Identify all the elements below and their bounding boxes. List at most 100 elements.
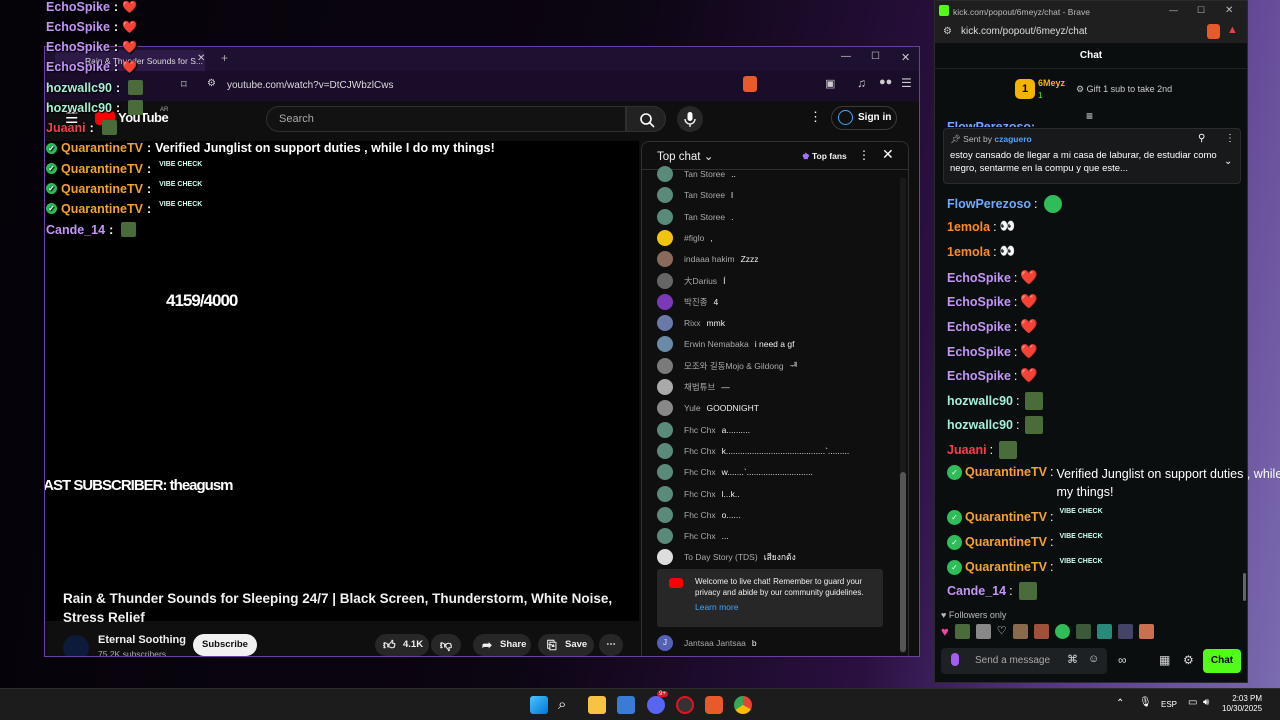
kick-username[interactable]: EchoSpike — [947, 295, 1011, 309]
emote-heart-icon[interactable]: ♥ — [941, 624, 949, 639]
close-window-icon[interactable]: ✕ — [901, 51, 910, 64]
search-input[interactable]: Search — [266, 106, 626, 132]
kick-username[interactable]: QuarantineTV — [965, 465, 1047, 479]
save-button[interactable]: ⎘ Save — [538, 634, 594, 656]
obs-icon[interactable] — [676, 696, 694, 714]
voice-search-button[interactable] — [677, 106, 703, 132]
kick-username[interactable]: EchoSpike — [947, 271, 1011, 285]
file-explorer-icon[interactable] — [588, 696, 606, 714]
sign-in-button[interactable]: Sign in — [831, 106, 897, 130]
brave-icon[interactable] — [705, 696, 723, 714]
kick-username[interactable]: EchoSpike — [947, 320, 1011, 334]
system-clock[interactable]: 2:03 PM 10/30/2025 — [1222, 694, 1262, 714]
close-tab-icon[interactable]: ✕ — [197, 53, 205, 64]
chat-scrollbar[interactable] — [900, 178, 906, 653]
emoji-icon[interactable]: ☺ — [1088, 653, 1099, 665]
leaderboard-name[interactable]: 6Meyz — [1038, 78, 1065, 88]
kick-username[interactable]: QuarantineTV — [965, 510, 1047, 524]
emote-icon[interactable] — [1138, 624, 1154, 639]
chat-scrollbar[interactable] — [1243, 573, 1246, 601]
brave-shield-icon[interactable] — [1207, 24, 1220, 39]
close-chat-icon[interactable]: ✕ — [882, 146, 894, 163]
kick-username[interactable]: 1emola — [947, 220, 990, 234]
discord-icon[interactable] — [647, 696, 665, 714]
minimize-icon[interactable]: — — [841, 51, 851, 62]
chat-more-icon[interactable]: ⋮ — [858, 148, 870, 162]
new-tab-icon[interactable]: + — [221, 51, 228, 65]
send-chat-button[interactable]: Chat — [1203, 649, 1241, 673]
emote-icon[interactable] — [1096, 624, 1112, 639]
kick-username[interactable]: 1emola — [947, 245, 990, 259]
kick-username[interactable]: Juaani — [947, 443, 987, 457]
site-info-icon[interactable]: ⚙ — [207, 78, 216, 89]
emote-icon[interactable] — [1117, 624, 1133, 639]
emote-icon[interactable] — [1012, 624, 1028, 639]
kick-message: 👀 — [999, 219, 1016, 233]
close-window-icon[interactable]: ✕ — [1225, 5, 1233, 16]
rewards-icon[interactable]: ▲ — [1227, 24, 1238, 36]
reader-icon[interactable]: ▣ — [825, 77, 835, 90]
extension-icon[interactable]: ●● — [879, 76, 892, 88]
kick-username[interactable]: EchoSpike — [947, 369, 1011, 383]
more-actions-button[interactable]: ⋯ — [599, 634, 623, 656]
pinned-author[interactable]: czaguero — [994, 134, 1031, 144]
site-info-icon[interactable]: ⚙ — [943, 26, 952, 37]
store-icon[interactable] — [617, 696, 635, 714]
unpin-icon[interactable]: ⚲ — [1198, 133, 1205, 144]
kicks-icon[interactable]: ∞ — [1118, 653, 1127, 667]
kick-username[interactable]: QuarantineTV — [965, 535, 1047, 549]
microphone-icon[interactable] — [951, 653, 959, 666]
expand-chevron-icon[interactable]: ⌄ — [1224, 156, 1232, 167]
command-icon[interactable]: ⌘ — [1067, 653, 1078, 666]
maximize-icon[interactable]: ☐ — [871, 51, 880, 62]
bookmark-icon[interactable]: ⌑ — [181, 78, 187, 91]
top-fans-button[interactable]: ♚ Top fans — [802, 151, 847, 162]
pinned-message[interactable]: 📌︎ Sent by czaguero estoy cansado de lle… — [943, 128, 1241, 184]
channel-avatar[interactable] — [63, 635, 89, 656]
music-icon[interactable]: ♫ — [857, 76, 866, 90]
kick-username[interactable]: EchoSpike — [947, 345, 1011, 359]
store-icon[interactable]: ▦ — [1159, 653, 1170, 667]
subscribe-button[interactable]: Subscribe — [193, 634, 257, 656]
dislike-button[interactable]: 👎︎ — [431, 634, 461, 656]
scrollbar-thumb[interactable] — [900, 472, 906, 652]
emote-icon[interactable] — [1054, 624, 1070, 639]
message-input[interactable]: Send a message ⌘ ☺ — [941, 648, 1107, 674]
kick-username[interactable]: hozwallc90 — [947, 394, 1013, 408]
brave-shield-icon[interactable] — [743, 76, 757, 92]
kick-username[interactable]: FlowPerezoso — [947, 197, 1031, 211]
minimize-icon[interactable]: — — [1169, 5, 1178, 15]
filter-icon[interactable]: ≡ — [1086, 109, 1093, 123]
network-icon[interactable]: ▭ — [1188, 697, 1197, 708]
more-options-icon[interactable]: ⋮ — [809, 109, 822, 125]
settings-gear-icon[interactable]: ⚙ — [1183, 653, 1194, 667]
volume-icon[interactable]: 🔊︎ — [1203, 697, 1209, 708]
like-button[interactable]: 👍︎ 4.1K — [375, 634, 429, 656]
menu-icon[interactable]: ☰ — [901, 76, 912, 90]
tray-mic-icon[interactable]: 🎙︎ — [1139, 697, 1152, 708]
url-text[interactable]: youtube.com/watch?v=DtCJWbzlCws — [227, 80, 393, 91]
kick-username[interactable]: QuarantineTV — [965, 560, 1047, 574]
share-button[interactable]: ➦ Share — [473, 634, 531, 656]
pinned-more-icon[interactable]: ⋮ — [1225, 133, 1235, 144]
kick-username[interactable]: Cande_14 — [947, 584, 1006, 598]
url-text[interactable]: kick.com/popout/6meyz/chat — [961, 26, 1087, 37]
maximize-icon[interactable]: ☐ — [1197, 5, 1205, 16]
emote-icon[interactable] — [1033, 624, 1049, 639]
gift-sub-button[interactable]: ⚙ Gift 1 sub to take 2nd — [1076, 84, 1172, 95]
tray-chevron-icon[interactable]: ⌃ — [1116, 698, 1124, 709]
search-button[interactable] — [626, 106, 666, 132]
kick-username[interactable]: hozwallc90 — [947, 418, 1013, 432]
top-chat-selector[interactable]: Top chat ⌄ — [657, 149, 713, 163]
emote-icon[interactable] — [954, 624, 970, 639]
chrome-icon[interactable] — [734, 696, 752, 714]
emote-icon[interactable] — [975, 624, 991, 639]
search-icon[interactable]: ⌕ — [558, 696, 576, 714]
channel-name[interactable]: Eternal Soothing — [98, 634, 186, 646]
emote-icon[interactable] — [1075, 624, 1091, 639]
language-indicator[interactable]: ESP — [1161, 700, 1177, 709]
learn-more-link[interactable]: Learn more — [695, 602, 877, 613]
emote-heart-outline-icon[interactable]: ♡ — [997, 624, 1007, 639]
start-button-icon[interactable] — [530, 696, 548, 714]
chat-message: Tan Storee. — [657, 208, 734, 225]
